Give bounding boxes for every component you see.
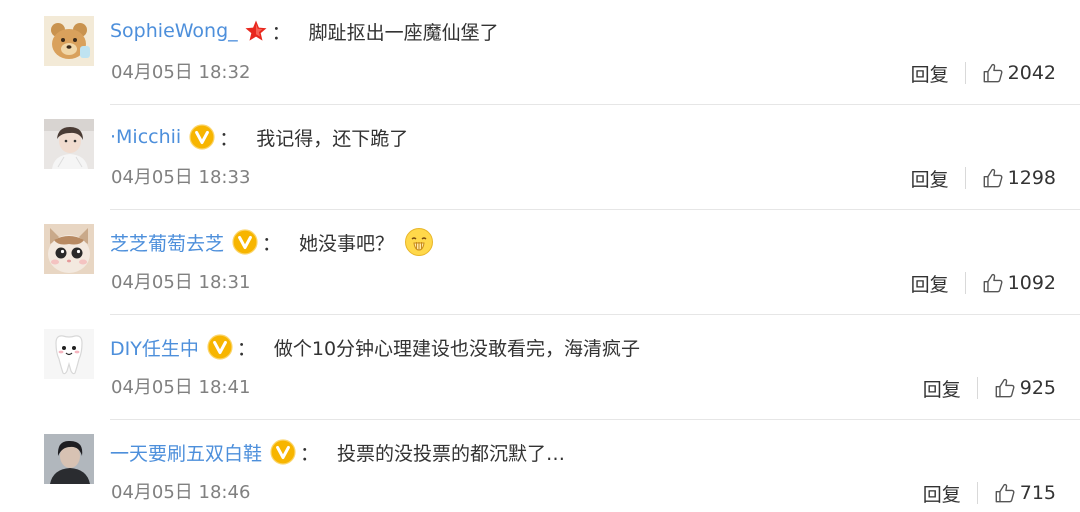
comment-actions: 回复 1092 — [911, 268, 1056, 298]
username-link[interactable]: ·Micchii — [110, 126, 181, 148]
like-count: 715 — [1019, 482, 1056, 504]
person-photo-avatar[interactable] — [44, 119, 94, 169]
thumbs-up-icon — [982, 272, 1004, 294]
gold-v-badge-icon — [232, 229, 258, 255]
colon: ： — [262, 232, 282, 255]
person-photo-avatar-image — [44, 119, 94, 169]
like-count: 1092 — [1007, 272, 1056, 294]
like-button[interactable]: 925 — [994, 377, 1056, 399]
comment-actions: 回复 715 — [923, 478, 1056, 508]
reply-button[interactable]: 回复 — [911, 60, 949, 87]
reply-button[interactable]: 回复 — [923, 375, 961, 402]
comment-header: 一天要刷五双白鞋 ： 投票的没投票的都沉默了… — [110, 438, 565, 466]
comment-item: SophieWong_ ： 脚趾抠出一座魔仙堡了 04月05日 18:32 回复… — [0, 0, 1080, 105]
comment-header: 芝芝葡萄去芝 ： 她没事吧？ — [110, 228, 434, 256]
colon: ： — [219, 127, 239, 150]
reply-button[interactable]: 回复 — [911, 270, 949, 297]
tooth-avatar[interactable] — [44, 329, 94, 379]
username-link[interactable]: 芝芝葡萄去芝 — [110, 229, 224, 256]
comment-time: 04月05日 18:31 — [111, 272, 251, 293]
comment-time: 04月05日 18:33 — [111, 167, 251, 188]
comment-actions: 回复 1298 — [911, 163, 1056, 193]
like-button[interactable]: 1298 — [982, 167, 1056, 189]
gold-v-badge-icon — [189, 124, 215, 150]
colon: ： — [271, 21, 291, 44]
comment-text: 做个10分钟心理建设也没敢看完，海清疯子 — [273, 337, 641, 360]
like-count: 925 — [1019, 377, 1056, 399]
comment-text: 她没事吧？ — [299, 232, 395, 255]
comment-actions: 回复 2042 — [911, 58, 1056, 88]
comment-header: SophieWong_ ： 脚趾抠出一座魔仙堡了 — [110, 17, 499, 45]
comment-actions: 回复 925 — [923, 373, 1056, 403]
cat-avatar-image — [44, 224, 94, 274]
username-link[interactable]: SophieWong_ — [110, 20, 238, 42]
gold-v-badge-icon — [207, 334, 233, 360]
dark-photo-avatar-image — [44, 434, 94, 484]
colon: ： — [236, 337, 256, 360]
hush-face-emoji — [404, 227, 434, 257]
thumbs-up-icon — [994, 377, 1016, 399]
comment-item: DIY任生中 ： 做个10分钟心理建设也没敢看完，海清疯子 04月05日 18:… — [0, 315, 1080, 420]
action-divider — [976, 377, 978, 399]
comment-time: 04月05日 18:41 — [111, 377, 251, 398]
like-button[interactable]: 1092 — [982, 272, 1056, 294]
bear-avatar[interactable] — [44, 16, 94, 66]
comment-text: 投票的没投票的都沉默了… — [337, 442, 566, 465]
action-divider — [964, 167, 966, 189]
action-divider — [964, 62, 966, 84]
comment-time: 04月05日 18:32 — [111, 62, 251, 83]
cat-avatar[interactable] — [44, 224, 94, 274]
comment-header: ·Micchii ： 我记得，还下跪了 — [110, 123, 408, 151]
reply-button[interactable]: 回复 — [911, 165, 949, 192]
colon: ： — [300, 442, 320, 465]
like-button[interactable]: 2042 — [982, 62, 1056, 84]
comment-item: 芝芝葡萄去芝 ： 她没事吧？ 04月05日 18:31 回复 1092 — [0, 210, 1080, 315]
username-link[interactable]: 一天要刷五双白鞋 — [110, 439, 262, 466]
like-count: 1298 — [1007, 167, 1056, 189]
comment-list: SophieWong_ ： 脚趾抠出一座魔仙堡了 04月05日 18:32 回复… — [0, 0, 1080, 512]
comment-time: 04月05日 18:46 — [111, 482, 251, 503]
action-divider — [976, 482, 978, 504]
thumbs-up-icon — [982, 167, 1004, 189]
thumbs-up-icon — [994, 482, 1016, 504]
dark-photo-avatar[interactable] — [44, 434, 94, 484]
comment-text: 我记得，还下跪了 — [256, 127, 409, 150]
comment-header: DIY任生中 ： 做个10分钟心理建设也没敢看完，海清疯子 — [110, 333, 640, 361]
gold-v-badge-icon — [270, 439, 296, 465]
bear-avatar-image — [44, 16, 94, 66]
reply-button[interactable]: 回复 — [923, 480, 961, 507]
comment-item: 一天要刷五双白鞋 ： 投票的没投票的都沉默了… 04月05日 18:46 回复 … — [0, 420, 1080, 512]
red-star-icon — [244, 19, 268, 43]
comment-item: ·Micchii ： 我记得，还下跪了 04月05日 18:33 回复 1298 — [0, 105, 1080, 210]
action-divider — [964, 272, 966, 294]
like-count: 2042 — [1007, 62, 1056, 84]
username-link[interactable]: DIY任生中 — [110, 334, 199, 361]
like-button[interactable]: 715 — [994, 482, 1056, 504]
comment-text: 脚趾抠出一座魔仙堡了 — [308, 21, 499, 44]
tooth-avatar-image — [44, 329, 94, 379]
thumbs-up-icon — [982, 62, 1004, 84]
